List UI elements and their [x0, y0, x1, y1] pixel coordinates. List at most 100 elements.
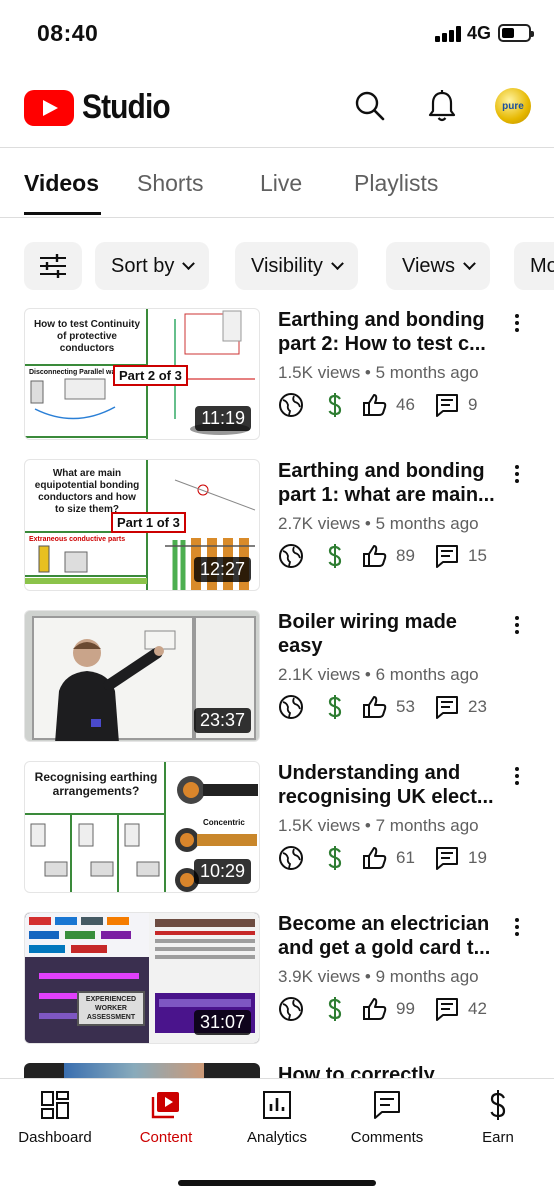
comment-icon	[436, 998, 458, 1021]
globe-public-icon	[279, 997, 303, 1021]
monetization-dollar-icon	[328, 997, 342, 1021]
video-thumbnail[interactable]: Recognising earthing arrangements? Conce…	[24, 761, 260, 893]
tabs-divider	[0, 217, 554, 218]
thumbnail-badge: Part 2 of 3	[113, 365, 188, 386]
like-count: 53	[396, 697, 415, 716]
thumbs-up-icon	[363, 998, 387, 1020]
nav-earn[interactable]: Earn	[443, 1089, 553, 1146]
thumbs-up-icon	[363, 847, 387, 869]
more-chip[interactable]: Mo	[514, 242, 554, 290]
video-meta: 2.7K views • 5 months ago	[278, 514, 479, 533]
globe-public-icon	[279, 695, 303, 719]
battery-icon	[498, 24, 534, 42]
nav-label: Earn	[482, 1129, 514, 1146]
nav-content[interactable]: Content	[111, 1089, 221, 1146]
content-tabs: Videos Shorts Live Playlists	[0, 148, 554, 218]
video-duration: 11:19	[195, 406, 251, 431]
monetization-dollar-icon	[328, 695, 342, 719]
sort-by-chip[interactable]: Sort by	[95, 242, 210, 290]
search-icon[interactable]	[352, 88, 388, 124]
view-count: 3.9K views	[278, 967, 361, 986]
video-meta: 2.1K views • 6 months ago	[278, 665, 479, 684]
chip-label: Views	[402, 254, 455, 277]
video-stats: 46 9	[278, 392, 518, 418]
video-row[interactable]: What are main equipotential bonding cond…	[0, 459, 554, 591]
chevron-down-icon	[463, 256, 476, 270]
thumbnail-caption: Concentric	[203, 818, 245, 827]
more-options-icon[interactable]	[510, 312, 524, 334]
video-title[interactable]: Understanding and recognising UK elect..…	[278, 761, 506, 809]
more-options-icon[interactable]	[510, 614, 524, 636]
thumbs-up-icon	[363, 394, 387, 416]
studio-logo[interactable]: Studio	[24, 88, 182, 127]
video-title[interactable]: Earthing and bonding part 2: How to test…	[278, 308, 506, 356]
thumbs-up-icon	[363, 545, 387, 567]
video-title[interactable]: Earthing and bonding part 1: what are ma…	[278, 459, 506, 507]
like-count: 61	[396, 848, 415, 867]
video-thumbnail[interactable]: EXPERIENCED WORKER ASSESSMENT 31:07	[24, 912, 260, 1044]
nav-dashboard[interactable]: Dashboard	[0, 1089, 110, 1146]
filter-settings-button[interactable]	[24, 242, 82, 290]
video-row[interactable]: How to test Continuity of protective con…	[0, 308, 554, 440]
nav-analytics[interactable]: Analytics	[222, 1089, 332, 1146]
video-row[interactable]: 23:37 Boiler wiring made easy 2.1K views…	[0, 610, 554, 742]
video-title[interactable]: Boiler wiring made easy	[278, 610, 506, 658]
nav-comments[interactable]: Comments	[332, 1089, 442, 1146]
view-count: 2.1K views	[278, 665, 361, 684]
chip-label: Visibility	[251, 254, 323, 277]
globe-public-icon	[279, 544, 303, 568]
video-duration: 10:29	[193, 859, 251, 884]
more-options-icon[interactable]	[510, 765, 524, 787]
video-stats: 99 42	[278, 996, 518, 1022]
monetization-dollar-icon	[328, 544, 342, 568]
thumbnail-caption: Disconnecting Parallel ways	[29, 369, 124, 376]
comments-icon	[374, 1091, 400, 1119]
filter-chips: Sort by Visibility Views Mo	[0, 242, 554, 290]
upload-age: 5 months ago	[375, 363, 479, 382]
video-thumbnail[interactable]: How to test Continuity of protective con…	[24, 308, 260, 440]
tab-live[interactable]: Live	[260, 170, 302, 197]
thumbnail-caption: Extraneous conductive parts	[29, 536, 126, 543]
avatar-text: pure	[502, 100, 524, 112]
upload-age: 6 months ago	[375, 665, 479, 684]
video-thumbnail[interactable]: What are main equipotential bonding cond…	[24, 459, 260, 591]
video-row[interactable]: Recognising earthing arrangements? Conce…	[0, 761, 554, 893]
analytics-icon	[263, 1091, 291, 1119]
like-count: 99	[396, 999, 415, 1018]
video-thumbnail[interactable]: 23:37	[24, 610, 260, 742]
more-options-icon[interactable]	[510, 463, 524, 485]
thumbnail-title: How to test Continuity of protective con…	[33, 319, 141, 354]
video-row[interactable]: How to correctly	[0, 1063, 554, 1078]
comment-icon	[436, 847, 458, 870]
visibility-chip[interactable]: Visibility	[235, 242, 358, 290]
video-duration: 31:07	[193, 1010, 251, 1035]
thumbnail-image	[64, 1063, 204, 1078]
chevron-down-icon	[331, 256, 344, 270]
comment-count: 23	[468, 697, 487, 716]
video-title[interactable]: How to correctly	[278, 1063, 506, 1078]
video-list: How to test Continuity of protective con…	[0, 308, 554, 1078]
views-chip[interactable]: Views	[386, 242, 490, 290]
thumbnail-badge: Part 1 of 3	[111, 512, 186, 533]
nav-label: Comments	[350, 1129, 424, 1146]
globe-public-icon	[279, 393, 303, 417]
thumbnail-title: What are main equipotential bonding cond…	[34, 468, 140, 515]
view-count: 2.7K views	[278, 514, 361, 533]
like-count: 89	[396, 546, 415, 565]
comment-count: 19	[468, 848, 487, 867]
notifications-bell-icon[interactable]	[424, 88, 460, 124]
video-title[interactable]: Become an electrician and get a gold car…	[278, 912, 506, 960]
tab-videos[interactable]: Videos	[24, 170, 99, 197]
video-thumbnail[interactable]	[24, 1063, 260, 1078]
video-stats: 61 19	[278, 845, 518, 871]
video-row[interactable]: EXPERIENCED WORKER ASSESSMENT 31:07 Beco…	[0, 912, 554, 1044]
more-options-icon[interactable]	[510, 916, 524, 938]
nav-label: Content	[139, 1129, 193, 1146]
tab-playlists[interactable]: Playlists	[354, 170, 438, 197]
globe-public-icon	[279, 846, 303, 870]
video-duration: 23:37	[193, 708, 251, 733]
thumbnail-title: EXPERIENCED WORKER ASSESSMENT	[77, 991, 145, 1026]
tab-shorts[interactable]: Shorts	[137, 170, 203, 197]
thumbs-up-icon	[363, 696, 387, 718]
channel-avatar[interactable]: pure	[495, 88, 531, 124]
